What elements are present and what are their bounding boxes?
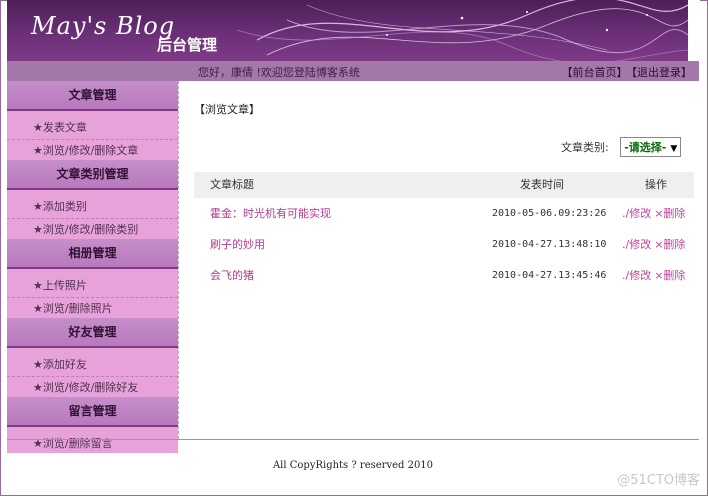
column-time: 发表时间 bbox=[520, 178, 564, 191]
delete-link[interactable]: ×删除 bbox=[654, 269, 685, 282]
sidebar-item-manage-categories[interactable]: ★浏览/修改/删除类别 bbox=[7, 219, 178, 239]
article-title-link[interactable]: 霍金：时光机有可能实现 bbox=[210, 198, 331, 229]
sidebar-section-categories: 文章类别管理 bbox=[7, 160, 178, 190]
sidebar-section-body: ★上传照片 ★浏览/删除照片 bbox=[7, 269, 178, 318]
delete-link[interactable]: ×删除 bbox=[654, 207, 685, 220]
sidebar-section-friends: 好友管理 bbox=[7, 318, 178, 348]
sidebar-section-album: 相册管理 bbox=[7, 239, 178, 269]
category-select-value: -请选择- bbox=[624, 141, 667, 154]
article-time: 2010-05-06.09:23:26 bbox=[492, 208, 607, 219]
column-title: 文章标题 bbox=[210, 178, 254, 191]
sidebar-section-body: ★添加类别 ★浏览/修改/删除类别 bbox=[7, 190, 178, 239]
edit-link[interactable]: ./修改 bbox=[622, 207, 651, 220]
sidebar-item-upload-photo[interactable]: ★上传照片 bbox=[7, 275, 178, 298]
table-row: 刷子的妙用 2010-04-27.13:48:10 ./修改 ×删除 bbox=[194, 229, 694, 260]
admin-subtitle: 后台管理 bbox=[157, 36, 218, 54]
column-actions: 操作 bbox=[645, 178, 667, 191]
table-header: 文章标题 发表时间 操作 bbox=[194, 172, 694, 198]
article-title-link[interactable]: 刷子的妙用 bbox=[210, 229, 265, 260]
header-banner: May's Blog 后台管理 bbox=[7, 0, 688, 61]
sidebar-section-messages: 留言管理 bbox=[7, 397, 178, 427]
sidebar-item-manage-articles[interactable]: ★浏览/修改/删除文章 bbox=[7, 140, 178, 160]
edit-link[interactable]: ./修改 bbox=[622, 269, 651, 282]
blog-logo: May's Blog bbox=[31, 12, 176, 40]
article-table: 文章标题 发表时间 操作 霍金：时光机有可能实现 2010-05-06.09:2… bbox=[194, 172, 694, 291]
table-row: 会飞的猪 2010-04-27.13:45:46 ./修改 ×删除 bbox=[194, 260, 694, 291]
category-filter: 文章类别: -请选择- ▼ bbox=[561, 137, 682, 157]
top-links: 【前台首页】 【退出登录】 bbox=[558, 64, 693, 80]
article-time: 2010-04-27.13:45:46 bbox=[492, 270, 607, 281]
sidebar-section-articles: 文章管理 bbox=[7, 81, 178, 111]
article-time: 2010-04-27.13:48:10 bbox=[492, 239, 607, 250]
chevron-down-icon: ▼ bbox=[670, 144, 678, 154]
footer: All CopyRights ? reserved 2010 bbox=[7, 440, 699, 492]
logout-link[interactable]: 【退出登录】 bbox=[632, 66, 693, 79]
row-actions: ./修改 ×删除 bbox=[622, 229, 688, 260]
copyright-text: All CopyRights ? reserved 2010 bbox=[272, 460, 434, 471]
article-title-link[interactable]: 会飞的猪 bbox=[210, 260, 254, 291]
row-actions: ./修改 ×删除 bbox=[622, 198, 688, 229]
header-edge bbox=[688, 0, 700, 61]
sidebar-section-body: ★发表文章 ★浏览/修改/删除文章 bbox=[7, 111, 178, 160]
main-content: 【浏览文章】 文章类别: -请选择- ▼ 文章标题 发表时间 操作 霍金：时光机有… bbox=[194, 81, 694, 439]
sidebar-item-add-friend[interactable]: ★添加好友 bbox=[7, 354, 178, 377]
edit-link[interactable]: ./修改 bbox=[622, 238, 651, 251]
sidebar-item-publish-article[interactable]: ★发表文章 bbox=[7, 117, 178, 140]
delete-link[interactable]: ×删除 bbox=[654, 238, 685, 251]
sidebar-item-manage-photos[interactable]: ★浏览/删除照片 bbox=[7, 298, 178, 318]
sidebar-item-add-category[interactable]: ★添加类别 bbox=[7, 196, 178, 219]
sidebar: 文章管理 ★发表文章 ★浏览/修改/删除文章 文章类别管理 ★添加类别 ★浏览/… bbox=[7, 81, 179, 453]
row-actions: ./修改 ×删除 bbox=[622, 260, 688, 291]
category-label: 文章类别: bbox=[561, 141, 609, 154]
welcome-text: 您好，康倩 !欢迎您登陆博客系统 bbox=[198, 66, 360, 79]
sidebar-section-body: ★添加好友 ★浏览/修改/删除好友 bbox=[7, 348, 178, 397]
front-home-link[interactable]: 【前台首页】 bbox=[562, 66, 628, 79]
table-row: 霍金：时光机有可能实现 2010-05-06.09:23:26 ./修改 ×删除 bbox=[194, 198, 694, 229]
breadcrumb: 【浏览文章】 bbox=[194, 103, 260, 116]
sidebar-item-manage-friends[interactable]: ★浏览/修改/删除好友 bbox=[7, 377, 178, 397]
category-select[interactable]: -请选择- ▼ bbox=[620, 137, 682, 157]
watermark: @51CTO博客 bbox=[617, 473, 700, 488]
info-bar: 您好，康倩 !欢迎您登陆博客系统 【前台首页】 【退出登录】 bbox=[7, 61, 699, 81]
